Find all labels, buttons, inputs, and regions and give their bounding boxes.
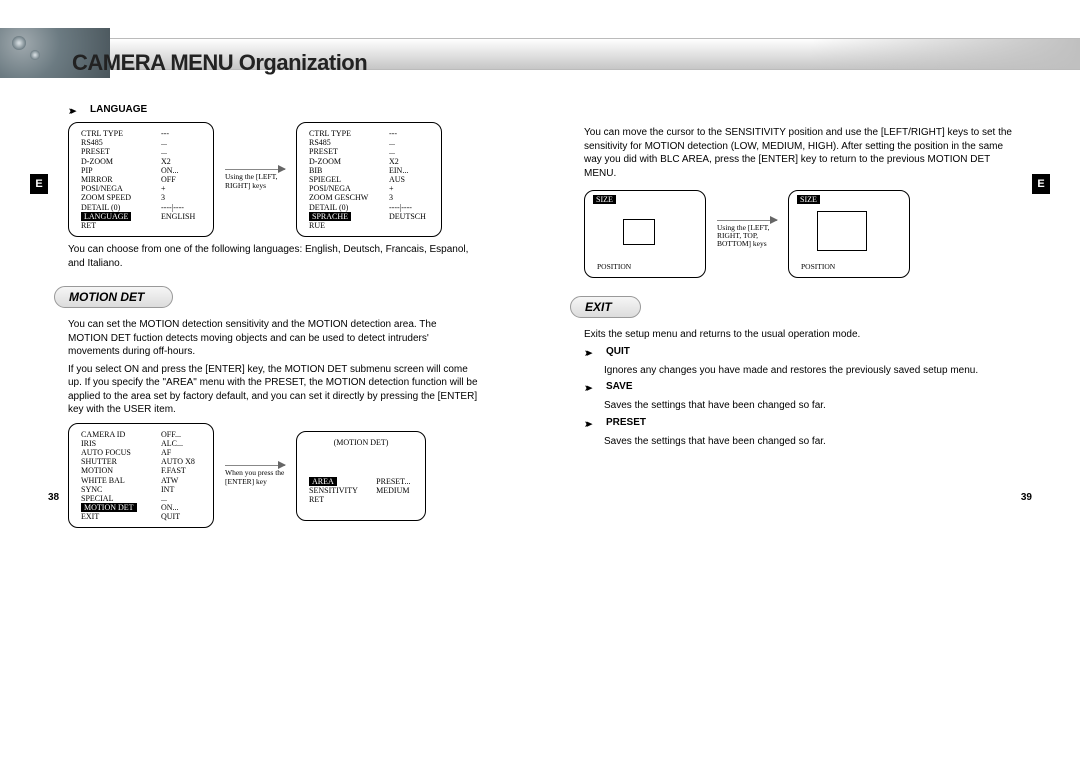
page-title: CAMERA MENU Organization	[72, 50, 367, 76]
page-header: CAMERA MENU Organization	[0, 0, 1080, 78]
double-arrow-icon	[584, 418, 598, 430]
menu-box-main: CAMERA IDOFF...IRISALC...AUTO FOCUSAFSHU…	[68, 423, 214, 529]
size-label-2: SIZE	[797, 195, 820, 204]
arrow-block: Using the [LEFT, RIGHT] keys	[220, 169, 290, 190]
language-desc: You can choose from one of the following…	[68, 243, 478, 270]
size-box-2: SIZE POSITION	[788, 190, 910, 278]
inner-rect-small	[623, 219, 655, 245]
arrow-block-2: When you press the [ENTER] key	[220, 465, 290, 486]
exit-header: EXIT	[570, 296, 641, 318]
arrow-icon	[225, 465, 285, 466]
preset-desc: Saves the settings that have been change…	[604, 435, 1014, 449]
language-panels: CTRL TYPE---RS485...PRESET...D-ZOOMX2PIP…	[68, 122, 516, 237]
position-label-1: POSITION	[597, 262, 631, 271]
arrow-block-3: Using the [LEFT, RIGHT, TOP, BOTTOM] key…	[712, 220, 782, 249]
submenu-title: (MOTION DET)	[305, 438, 417, 447]
size-box-1: SIZE POSITION	[584, 190, 706, 278]
arrow-caption-3: Using the [LEFT, RIGHT, TOP, BOTTOM] key…	[717, 224, 777, 249]
menu-box-sub: (MOTION DET) AREAPRESET...SENSITIVITYMED…	[296, 431, 426, 521]
double-arrow-icon	[68, 105, 82, 117]
quit-label: QUIT	[606, 346, 630, 357]
menu-box-english: CTRL TYPE---RS485...PRESET...D-ZOOMX2PIP…	[68, 122, 214, 237]
side-tab-right: E	[1032, 174, 1050, 194]
double-arrow-icon	[584, 347, 598, 359]
size-label-1: SIZE	[593, 195, 616, 204]
menu-box-deutsch: CTRL TYPE---RS485...PRESET...D-ZOOMX2BIB…	[296, 122, 442, 237]
save-label: SAVE	[606, 381, 633, 392]
side-tab-left: E	[30, 174, 48, 194]
motion-det-desc1: You can set the MOTION detection sensiti…	[68, 318, 478, 359]
right-intro: You can move the cursor to the SENSITIVI…	[584, 126, 1014, 180]
language-label: LANGUAGE	[90, 104, 147, 115]
motion-det-desc2: If you select ON and press the [ENTER] k…	[68, 363, 478, 417]
page-number-right: 39	[1021, 492, 1032, 503]
exit-desc: Exits the setup menu and returns to the …	[584, 328, 994, 342]
right-page: E You can move the cursor to the SENSITI…	[564, 102, 1032, 534]
save-desc: Saves the settings that have been change…	[604, 399, 1014, 413]
inner-rect-large	[817, 211, 867, 251]
double-arrow-icon	[584, 382, 598, 394]
arrow-icon	[225, 169, 285, 170]
save-bullet: SAVE	[584, 381, 1032, 393]
left-page: E LANGUAGE CTRL TYPE---RS485...PRESET...…	[48, 102, 516, 534]
quit-desc: Ignores any changes you have made and re…	[604, 364, 1014, 378]
preset-bullet: PRESET	[584, 417, 1032, 429]
arrow-caption: Using the [LEFT, RIGHT] keys	[225, 173, 285, 190]
arrow-caption-2: When you press the [ENTER] key	[225, 469, 285, 486]
page-number-left: 38	[48, 492, 59, 503]
motion-det-header: MOTION DET	[54, 286, 173, 308]
arrow-icon	[717, 220, 777, 221]
preset-label: PRESET	[606, 417, 646, 428]
position-label-2: POSITION	[801, 262, 835, 271]
motion-det-panels: CAMERA IDOFF...IRISALC...AUTO FOCUSAFSHU…	[68, 423, 516, 529]
size-panels: SIZE POSITION Using the [LEFT, RIGHT, TO…	[584, 190, 1032, 278]
language-bullet: LANGUAGE	[68, 104, 516, 116]
quit-bullet: QUIT	[584, 346, 1032, 358]
